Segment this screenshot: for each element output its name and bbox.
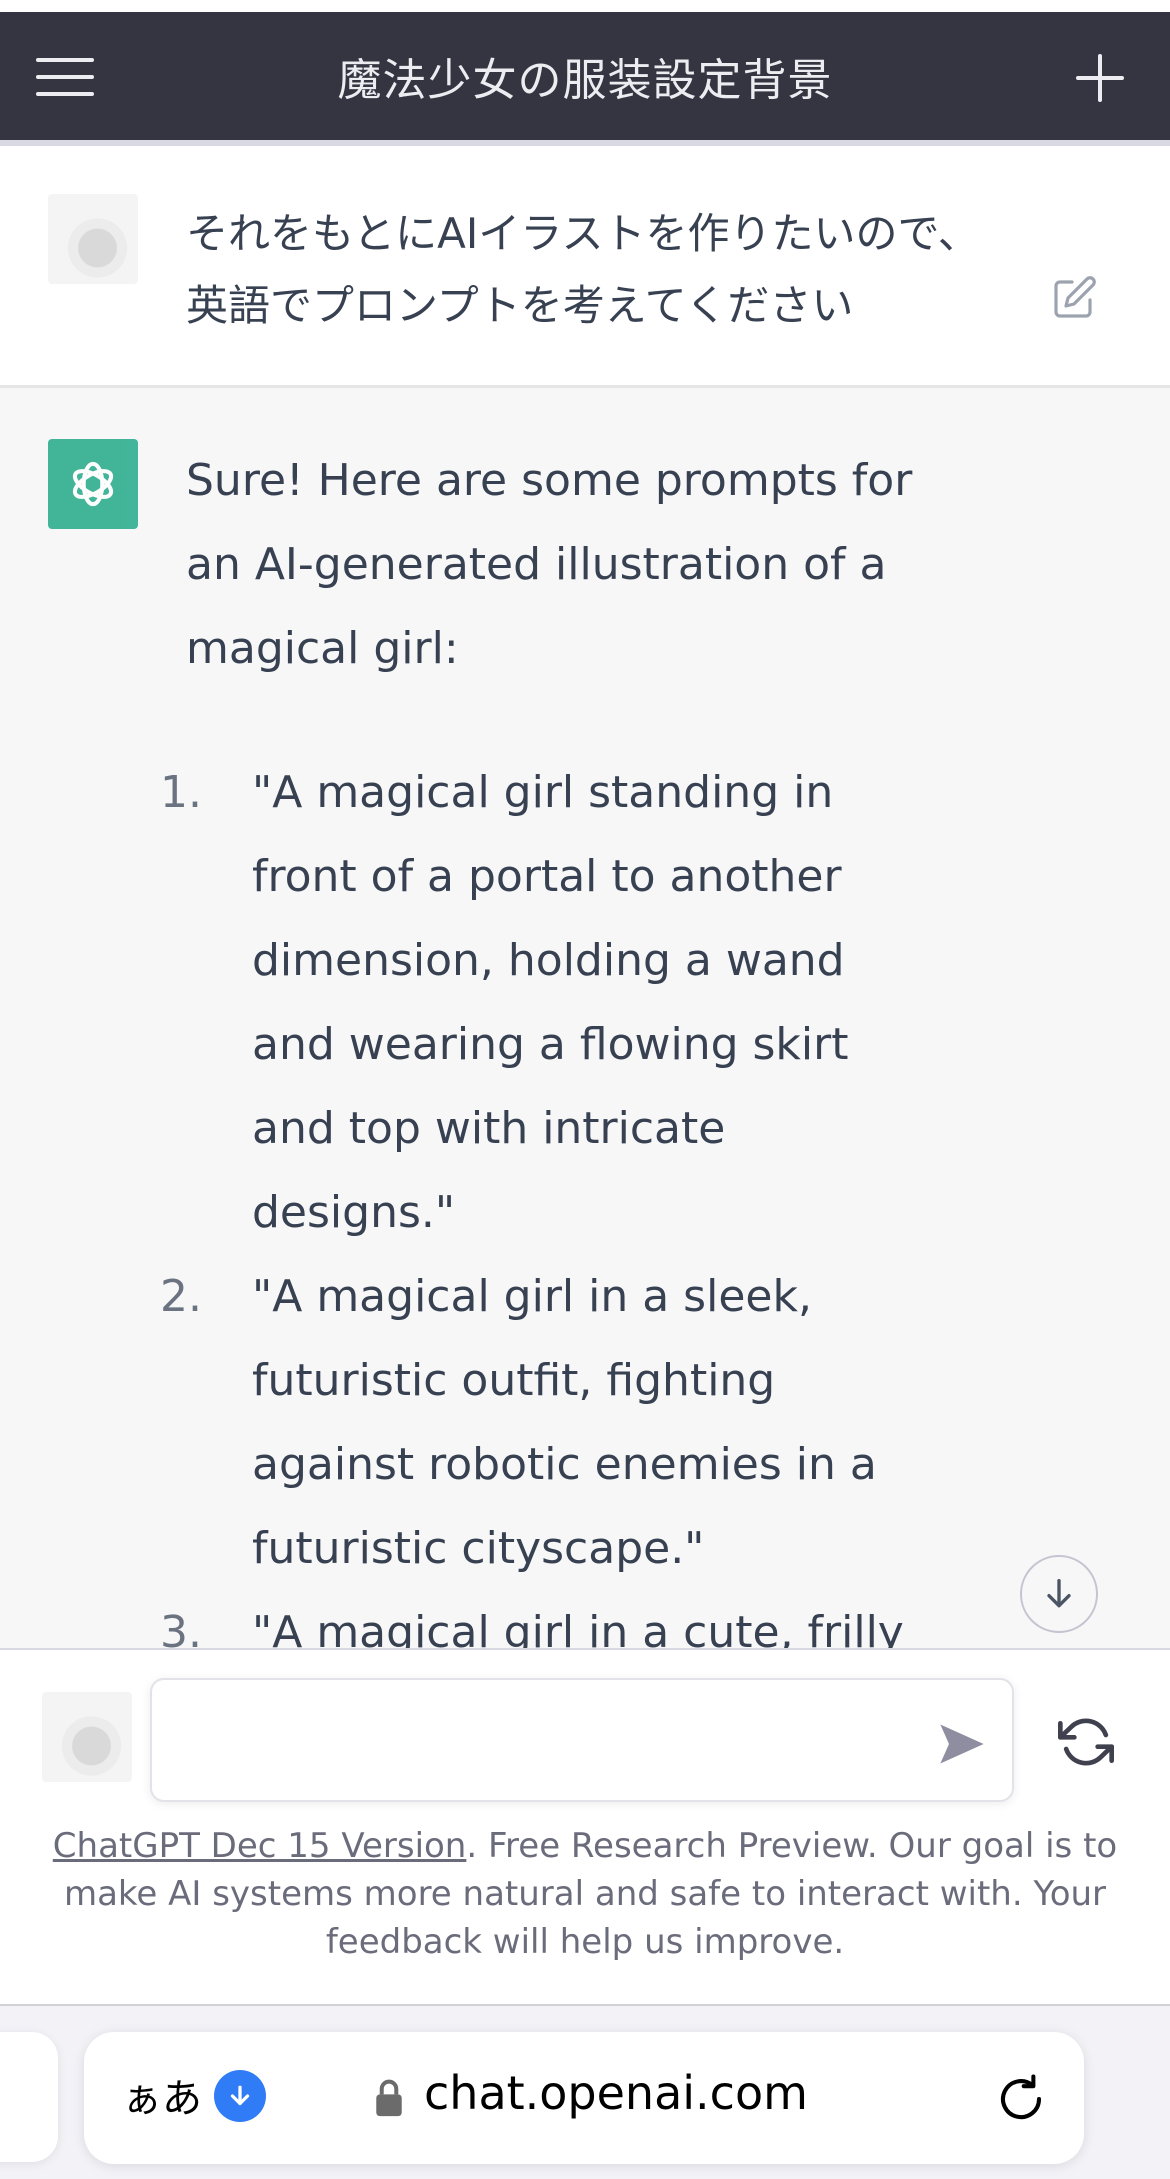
hamburger-menu-icon[interactable] — [34, 52, 96, 102]
disclaimer: ChatGPT Dec 15 Version. Free Research Pr… — [40, 1822, 1130, 1966]
composer: ChatGPT Dec 15 Version. Free Research Pr… — [0, 1648, 1170, 2004]
list-item-number: 2. — [160, 1271, 202, 1322]
page-settings-button[interactable]: ぁあ — [122, 2066, 202, 2124]
list-item-line: against robotic enemies in a — [252, 1439, 877, 1490]
list-item-text: "A magical girl in a sleek, futuristic o… — [252, 1255, 940, 1591]
message-input-box — [150, 1678, 1014, 1802]
assistant-intro-line: magical girl: — [186, 623, 459, 674]
reload-icon[interactable] — [994, 2072, 1048, 2126]
regenerate-icon[interactable] — [1058, 1714, 1114, 1770]
prompt-list: 1. "A magical girl standing in front of … — [160, 751, 940, 1675]
browser-toolbar: ぁあ chat.openai.com — [0, 2004, 1170, 2179]
user-avatar — [42, 1692, 132, 1782]
message-input[interactable] — [176, 1700, 916, 1784]
url-text[interactable]: chat.openai.com — [424, 2066, 808, 2120]
user-avatar — [48, 194, 138, 284]
assistant-message: Sure! Here are some prompts for an AI-ge… — [0, 391, 1170, 1658]
list-item-text: "A magical girl standing in front of a p… — [252, 751, 940, 1255]
list-item-line: futuristic outfit, fighting — [252, 1355, 776, 1406]
user-message: それをもとにAIイラストを作りたいので、 英語でプロンプトを考えてください — [0, 146, 1170, 388]
list-item: 2. "A magical girl in a sleek, futuristi… — [160, 1255, 940, 1591]
plus-icon[interactable] — [1074, 52, 1126, 104]
address-bar[interactable]: ぁあ chat.openai.com — [84, 2032, 1084, 2164]
assistant-intro: Sure! Here are some prompts for an AI-ge… — [186, 439, 946, 691]
list-item-number: 1. — [160, 767, 202, 818]
list-item-line: designs." — [252, 1187, 456, 1238]
arrow-down-icon — [1047, 1579, 1071, 1608]
list-item-line: futuristic cityscape." — [252, 1523, 705, 1574]
edit-icon[interactable] — [1050, 274, 1098, 322]
scroll-to-bottom-button[interactable] — [1020, 1555, 1098, 1633]
send-icon[interactable] — [936, 1718, 988, 1770]
chatgpt-logo-icon — [48, 439, 138, 529]
user-message-line: 英語でプロンプトを考えてください — [186, 281, 854, 330]
download-icon[interactable] — [214, 2070, 266, 2122]
list-item-line: and top with intricate — [252, 1103, 726, 1154]
assistant-intro-line: Sure! Here are some prompts for — [186, 455, 913, 506]
list-item-line: and wearing a flowing skirt — [252, 1019, 849, 1070]
list-item-line: front of a portal to another — [252, 851, 842, 902]
status-strip — [0, 0, 1170, 12]
list-item-line: "A magical girl standing in — [252, 767, 834, 818]
list-item-line: dimension, holding a wand — [252, 935, 845, 986]
top-bar: 魔法少女の服装設定背景 — [0, 12, 1170, 140]
version-link[interactable]: ChatGPT Dec 15 Version — [53, 1826, 467, 1866]
list-item-line: "A magical girl in a sleek, — [252, 1271, 812, 1322]
list-item: 1. "A magical girl standing in front of … — [160, 751, 940, 1255]
user-message-text: それをもとにAIイラストを作りたいので、 英語でプロンプトを考えてください — [186, 198, 1066, 342]
assistant-intro-line: an AI-generated illustration of a — [186, 539, 887, 590]
lock-icon — [376, 2079, 402, 2117]
previous-tab[interactable] — [0, 2032, 58, 2162]
conversation-title: 魔法少女の服装設定背景 — [337, 55, 833, 106]
user-message-line: それをもとにAIイラストを作りたいので、 — [186, 209, 980, 258]
